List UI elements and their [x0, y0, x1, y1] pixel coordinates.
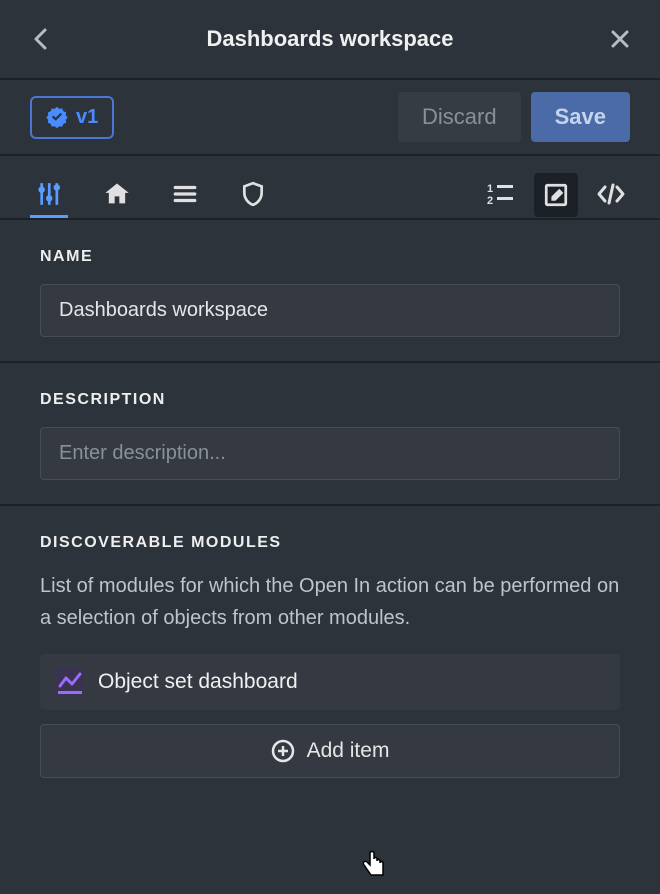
svg-text:1: 1: [487, 183, 493, 195]
discoverable-modules-section: DISCOVERABLE MODULES List of modules for…: [0, 504, 660, 802]
close-button[interactable]: [604, 23, 636, 55]
toolbar: 1 2: [0, 156, 660, 218]
header: Dashboards workspace: [0, 0, 660, 80]
ordered-list-icon: 1 2: [487, 182, 515, 206]
name-label: NAME: [40, 248, 620, 266]
menu-icon: [172, 181, 198, 207]
discoverable-modules-label: DISCOVERABLE MODULES: [40, 534, 620, 552]
add-item-label: Add item: [307, 739, 390, 763]
page-title: Dashboards workspace: [56, 26, 604, 52]
name-input[interactable]: [40, 284, 620, 337]
verified-icon: [46, 106, 68, 128]
module-item-label: Object set dashboard: [98, 670, 298, 694]
plus-circle-icon: [271, 739, 295, 763]
back-button[interactable]: [24, 23, 56, 55]
description-section: DESCRIPTION: [0, 361, 660, 504]
module-item[interactable]: Object set dashboard: [40, 654, 620, 710]
discard-button[interactable]: Discard: [398, 92, 521, 142]
name-section: NAME: [0, 218, 660, 361]
discoverable-modules-helper: List of modules for which the Open In ac…: [40, 570, 620, 634]
edit-box-icon: [543, 182, 569, 208]
edit-tab[interactable]: [534, 173, 578, 217]
sliders-icon: [36, 181, 62, 207]
description-label: DESCRIPTION: [40, 391, 620, 409]
security-tab[interactable]: [234, 172, 272, 218]
chevron-left-icon: [33, 28, 47, 50]
menu-tab[interactable]: [166, 172, 204, 218]
add-item-button[interactable]: Add item: [40, 724, 620, 778]
code-icon: [596, 183, 626, 205]
save-button[interactable]: Save: [531, 92, 630, 142]
shield-icon: [240, 180, 266, 208]
close-icon: [610, 29, 630, 49]
svg-text:2: 2: [487, 195, 493, 206]
settings-tab[interactable]: [30, 172, 68, 218]
home-icon: [103, 180, 131, 208]
chart-line-icon: [56, 668, 84, 696]
ordered-list-tab[interactable]: 1 2: [482, 172, 520, 218]
code-tab[interactable]: [592, 172, 630, 218]
action-bar: v1 Discard Save: [0, 80, 660, 156]
version-badge[interactable]: v1: [30, 96, 114, 139]
version-label: v1: [76, 106, 98, 129]
home-tab[interactable]: [98, 172, 136, 218]
description-input[interactable]: [40, 427, 620, 480]
cursor-hand-icon: [360, 846, 390, 880]
